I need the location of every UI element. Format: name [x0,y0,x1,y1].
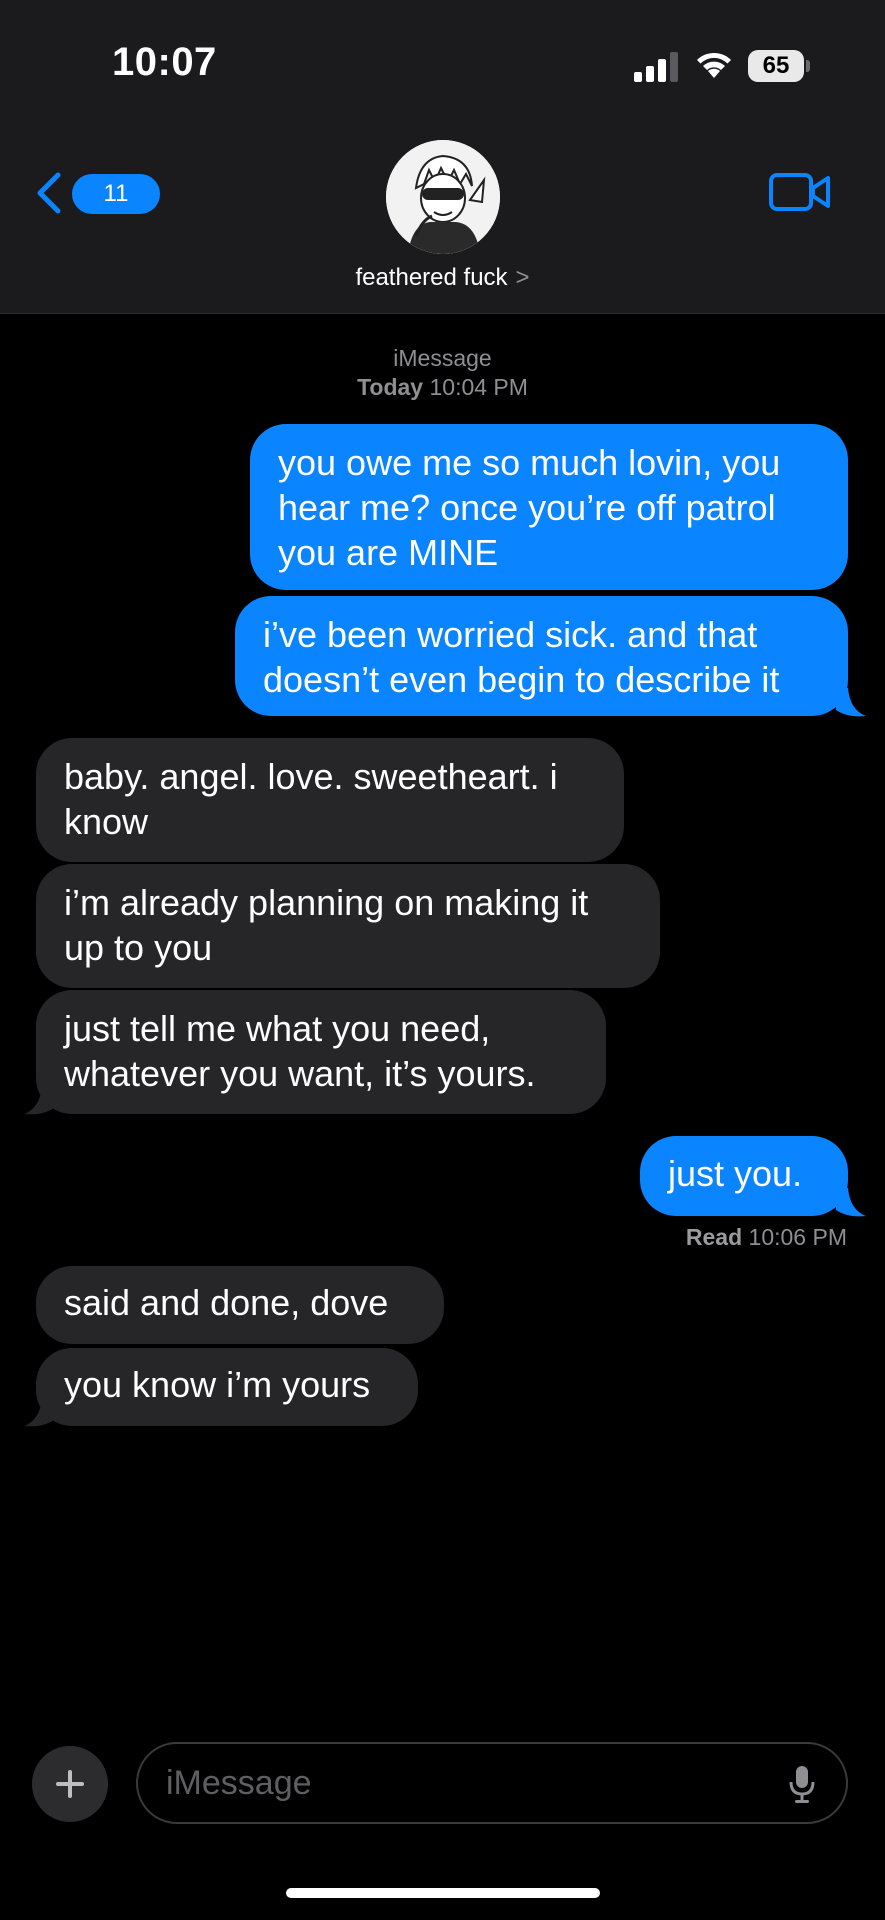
message-line: you are MINE [278,532,499,573]
message-line: just you. [668,1153,803,1194]
battery-icon: 65 [748,50,810,82]
message-line: whatever you want, it’s yours. [64,1053,536,1094]
contact-name-label: feathered fuck [355,264,508,291]
service-label: iMessage [393,345,492,371]
bubble-tail-received [24,1086,54,1115]
message-bubble-sent[interactable]: you owe me so much lovin, you hear me? o… [250,424,848,590]
message-line: hear me? once you’re off patrol [278,487,776,528]
message-input[interactable]: iMessage [136,1742,848,1824]
message-line: doesn’t even begin to describe it [263,659,780,700]
video-call-icon[interactable] [768,170,832,214]
unread-count-badge: 11 [72,174,160,214]
read-label: Read [685,1224,743,1250]
battery-tip [806,60,810,72]
message-line: up to you [64,927,213,968]
bubble-tail-sent [836,1188,866,1217]
message-bubble-received[interactable]: said and done, dove [36,1266,444,1344]
message-line: baby. angel. love. sweetheart. i [64,756,558,797]
avatar-drawing [386,140,500,254]
message-bubble-received[interactable]: i’m already planning on making it up to … [36,864,660,988]
wifi-icon [697,52,731,78]
message-line: you know i’m yours [64,1364,371,1405]
message-line: i’ve been worried sick. and that [263,614,758,655]
message-bubble-received[interactable]: you know i’m yours [36,1348,418,1426]
read-time: 10:06 PM [748,1224,847,1250]
message-line: just tell me what you need, [64,1008,491,1049]
message-bubble-sent[interactable]: just you. [640,1136,848,1216]
home-indicator[interactable] [286,1888,600,1898]
conversation-timestamp: Today 10:04 PM [0,373,885,402]
apps-plus-button[interactable] [32,1746,108,1822]
bubble-tail-sent [836,688,866,717]
message-line: i’m already planning on making it [64,882,589,923]
status-time: 10:07 [112,40,217,84]
conversation-header: 10:07 65 11 feathered fuck > [0,0,885,314]
read-receipt: Read 10:06 PM [686,1224,847,1251]
cellular-signal-icon [634,52,678,82]
contact-name[interactable]: feathered fuck > [0,264,885,292]
chevron-left-icon [37,172,61,214]
microphone-icon[interactable] [788,1764,816,1804]
message-bubble-received[interactable]: baby. angel. love. sweetheart. i know [36,738,624,862]
timestamp-time: 10:04 PM [429,374,528,400]
bubble-tail-received [24,1398,54,1427]
contact-avatar[interactable] [386,140,500,254]
battery-level: 65 [748,50,804,82]
message-bubble-received[interactable]: just tell me what you need, whatever you… [36,990,606,1114]
back-button[interactable]: 11 [34,168,160,218]
message-input-placeholder: iMessage [166,1764,312,1802]
chevron-right-icon: > [515,264,530,291]
message-line: you owe me so much lovin, you [278,442,781,483]
message-bubble-sent[interactable]: i’ve been worried sick. and that doesn’t… [235,596,848,716]
timestamp-day: Today [357,374,424,400]
message-line: said and done, dove [64,1282,389,1323]
message-line: know [64,801,149,842]
